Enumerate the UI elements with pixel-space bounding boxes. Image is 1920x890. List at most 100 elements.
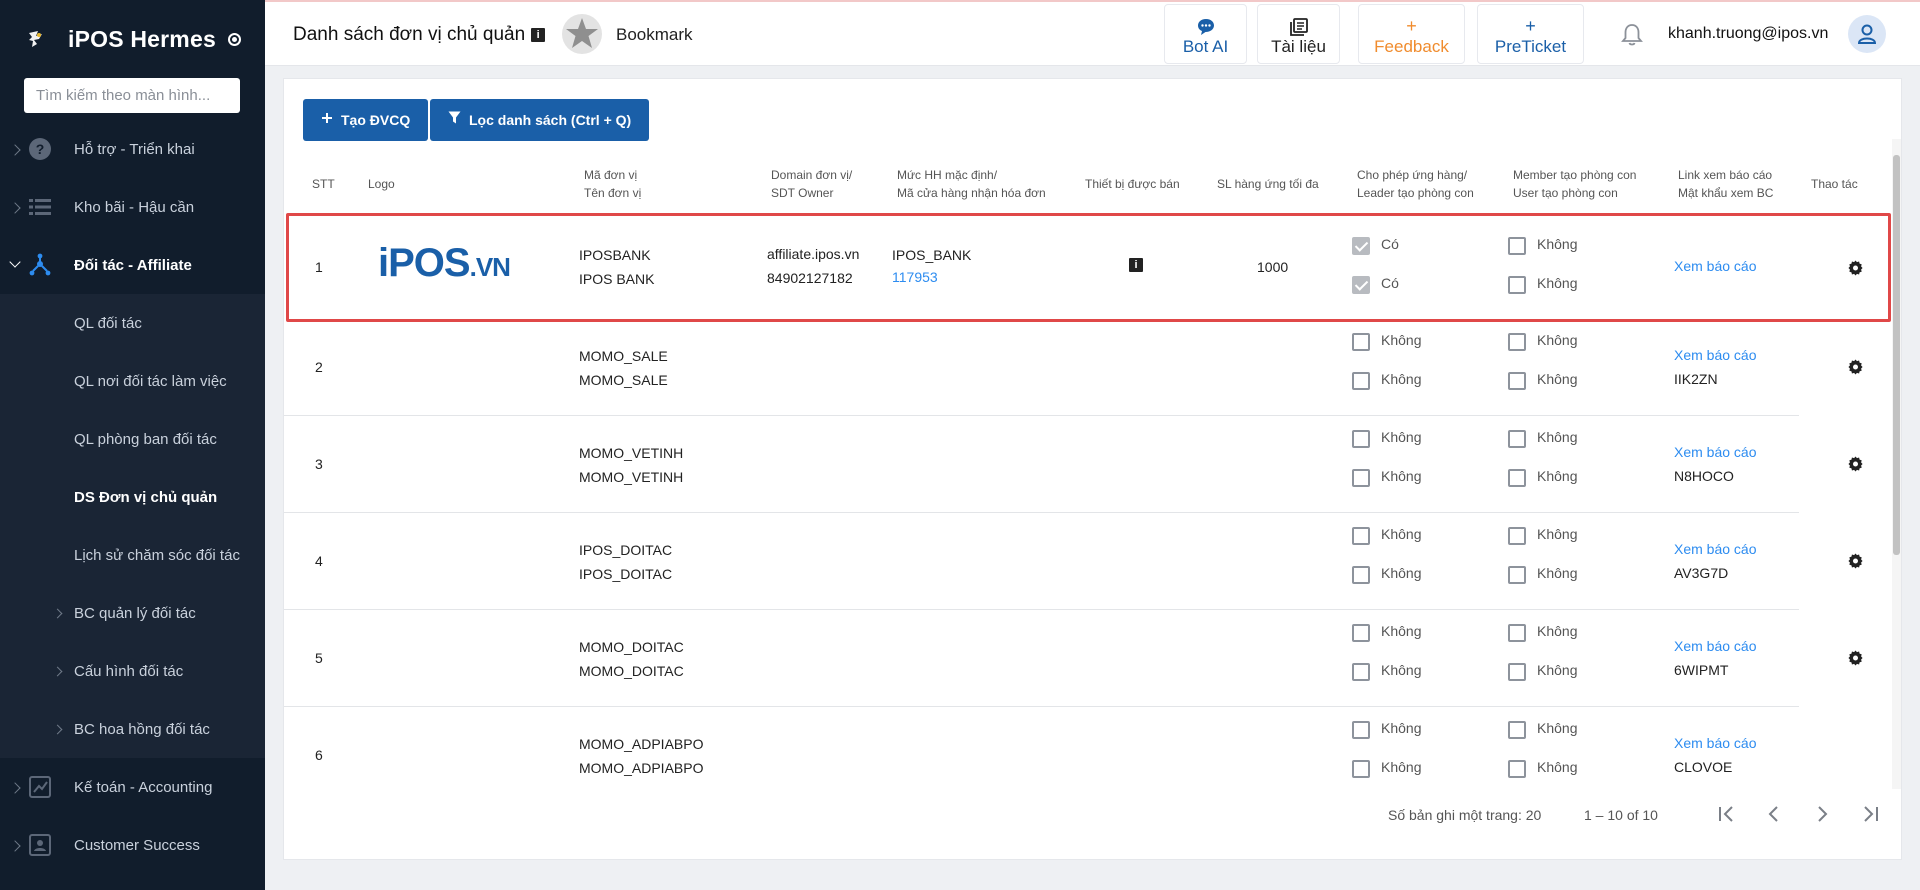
gear-icon[interactable] [1848, 359, 1864, 375]
checkbox-user[interactable] [1508, 276, 1526, 294]
table-row[interactable]: 6 MOMO_ADPIABPO MOMO_ADPIABPO Không Khôn… [284, 707, 1799, 782]
checkbox-leader[interactable] [1352, 663, 1370, 681]
info-icon[interactable]: i [1129, 258, 1143, 272]
sidebar-item-ke-toan[interactable]: Kế toán - Accounting [0, 758, 265, 816]
sidebar-subitem-label: BC hoa hồng đối tác [74, 720, 210, 738]
star-icon[interactable] [561, 13, 603, 55]
radio-dot-icon[interactable] [227, 32, 241, 46]
bookmark-label[interactable]: Bookmark [616, 25, 693, 45]
checkbox-leader[interactable] [1352, 566, 1370, 584]
checkbox-member[interactable] [1508, 430, 1526, 448]
checkbox-user[interactable] [1508, 566, 1526, 584]
gear-icon[interactable] [1848, 456, 1864, 472]
bot-ai-label: Bot AI [1182, 37, 1229, 56]
th-code: Mã đơn vị Tên đơn vị [584, 168, 642, 200]
checkbox-label: Không [1537, 526, 1578, 542]
preticket-label: PreTicket [1494, 37, 1567, 56]
gear-icon[interactable] [1848, 260, 1864, 276]
next-page-icon[interactable] [1808, 800, 1836, 828]
view-report-link[interactable]: Xem báo cáo [1674, 537, 1757, 561]
checkbox-allow[interactable] [1352, 527, 1370, 545]
row-store-code-link[interactable]: 117953 [892, 265, 938, 289]
prev-page-icon[interactable] [1760, 800, 1788, 828]
sidebar-item-ho-tro[interactable]: ? Hỗ trợ - Triển khai [0, 120, 265, 178]
sidebar-subitem-ql-doi-tac[interactable]: QL đối tác [0, 294, 265, 352]
info-icon[interactable]: i [531, 28, 546, 42]
chat-bubble-icon [1165, 15, 1246, 37]
th-device: Thiết bị được bán [1085, 177, 1180, 191]
plus-icon [321, 111, 333, 129]
checkbox-member[interactable] [1508, 624, 1526, 642]
sidebar-subitem-lich-su-cham-soc[interactable]: Lịch sử chăm sóc đối tác [0, 526, 265, 584]
brand[interactable]: iPOS Hermes [0, 0, 265, 78]
gear-icon[interactable] [1848, 650, 1864, 666]
view-report-link[interactable]: Xem báo cáo [1674, 731, 1757, 755]
checkbox-member[interactable] [1508, 237, 1526, 255]
checkbox-user[interactable] [1508, 663, 1526, 681]
checkbox-label: Không [1381, 565, 1422, 581]
row-stt: 6 [315, 747, 323, 763]
sidebar-subitem-ql-phong-ban[interactable]: QL phòng ban đối tác [0, 410, 265, 468]
sidebar-item-label: Đối tác - Affiliate [74, 256, 192, 274]
page-title: Danh sách đơn vị chủ quản i [293, 24, 546, 46]
sidebar-subitem-label: Lịch sử chăm sóc đối tác [74, 546, 240, 564]
th-stt: STT [312, 177, 335, 191]
checkbox-allow[interactable] [1352, 333, 1370, 351]
sidebar-search-input[interactable] [24, 78, 240, 113]
view-report-link[interactable]: Xem báo cáo [1674, 254, 1757, 278]
preticket-button[interactable]: + PreTicket [1477, 4, 1584, 64]
sidebar: iPOS Hermes ? Hỗ trợ - Triển khai Kho bã… [0, 0, 265, 890]
checkbox-leader[interactable] [1352, 276, 1370, 294]
create-dvcq-button[interactable]: Tạo ĐVCQ [303, 99, 429, 141]
user-email[interactable]: khanh.truong@ipos.vn [1668, 25, 1828, 43]
checkbox-allow[interactable] [1352, 721, 1370, 739]
sidebar-item-doi-tac[interactable]: Đối tác - Affiliate [0, 236, 265, 294]
table-row[interactable]: 4 IPOS_DOITAC IPOS_DOITAC Không Không Kh… [284, 513, 1863, 610]
last-page-icon[interactable] [1856, 800, 1884, 828]
checkbox-user[interactable] [1508, 372, 1526, 390]
plus-icon: + [1406, 16, 1417, 36]
checkbox-label: Không [1537, 429, 1578, 445]
checkbox-leader[interactable] [1352, 760, 1370, 778]
checkbox-member[interactable] [1508, 527, 1526, 545]
scrollbar-thumb[interactable] [1893, 155, 1900, 555]
checkbox-label: Không [1537, 759, 1578, 775]
checkbox-label: Không [1537, 371, 1578, 387]
checkbox-allow[interactable] [1352, 624, 1370, 642]
filter-list-button[interactable]: Lọc danh sách (Ctrl + Q) [430, 99, 650, 141]
view-report-link[interactable]: Xem báo cáo [1674, 440, 1757, 464]
checkbox-user[interactable] [1508, 760, 1526, 778]
avatar[interactable] [1848, 15, 1886, 53]
sidebar-subitem-ql-noi-lam-viec[interactable]: QL nơi đối tác làm việc [0, 352, 265, 410]
checkbox-member[interactable] [1508, 333, 1526, 351]
gear-icon[interactable] [1848, 553, 1864, 569]
sidebar-subitem-cau-hinh[interactable]: Cấu hình đối tác [0, 642, 265, 700]
sidebar-item-kho-bai[interactable]: Kho bãi - Hậu cần [0, 178, 265, 236]
bell-icon[interactable] [1619, 22, 1645, 48]
th-allow: Cho phép ứng hàng/Leader tạo phòng con [1357, 168, 1474, 200]
checkbox-leader[interactable] [1352, 469, 1370, 487]
sidebar-subitem-label: DS Đơn vị chủ quản [74, 488, 218, 506]
page-size-label[interactable]: Số bản ghi một trang: 20 [1388, 807, 1541, 823]
sidebar-subitem-bc-quan-ly[interactable]: BC quản lý đối tác [0, 584, 265, 642]
table-row[interactable]: 1 iPOS.VN IPOSBANK IPOS BANK affiliate.i… [284, 216, 1863, 319]
checkbox-member[interactable] [1508, 721, 1526, 739]
first-page-icon[interactable] [1713, 800, 1741, 828]
table-row[interactable]: 3 MOMO_VETINH MOMO_VETINH Không Không Kh… [284, 416, 1863, 513]
checkbox-user[interactable] [1508, 469, 1526, 487]
view-report-link[interactable]: Xem báo cáo [1674, 343, 1757, 367]
tai-lieu-button[interactable]: Tài liệu [1257, 4, 1340, 64]
table-row[interactable]: 2 MOMO_SALE MOMO_SALE Không Không Không … [284, 319, 1863, 416]
sidebar-item-customer-success[interactable]: Customer Success [0, 816, 265, 874]
view-report-link[interactable]: Xem báo cáo [1674, 634, 1757, 658]
sidebar-item-label: Customer Success [74, 836, 200, 854]
sidebar-subitem-bc-hoa-hong[interactable]: BC hoa hồng đối tác [0, 700, 265, 758]
checkbox-allow[interactable] [1352, 430, 1370, 448]
bot-ai-button[interactable]: Bot AI [1164, 4, 1247, 64]
checkbox-allow[interactable] [1352, 237, 1370, 255]
checkbox-leader[interactable] [1352, 372, 1370, 390]
table-row[interactable]: 5 MOMO_DOITAC MOMO_DOITAC Không Không Kh… [284, 610, 1863, 707]
sidebar-subitem-ds-don-vi-chu-quan[interactable]: DS Đơn vị chủ quản [0, 468, 265, 526]
feedback-button[interactable]: + Feedback [1358, 4, 1465, 64]
checkbox-label: Không [1537, 332, 1578, 348]
